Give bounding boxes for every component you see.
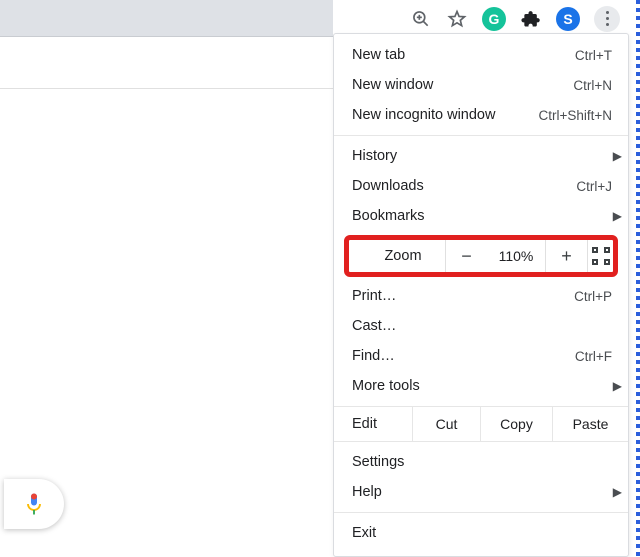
menu-item-zoom: Zoom − 110% +	[344, 235, 618, 277]
microphone-icon	[25, 492, 43, 516]
menu-item-settings[interactable]: Settings	[334, 447, 628, 477]
edit-label: Edit	[334, 407, 412, 441]
menu-label: More tools	[352, 378, 612, 394]
menu-label: New incognito window	[352, 107, 538, 123]
edit-copy-button[interactable]: Copy	[480, 407, 552, 441]
menu-shortcut: Ctrl+Shift+N	[538, 108, 612, 123]
annotation-border	[636, 0, 640, 557]
menu-item-edit: Edit Cut Copy Paste	[334, 406, 628, 442]
menu-label: New window	[352, 77, 573, 93]
menu-label: Print…	[352, 288, 574, 304]
menu-separator	[334, 135, 628, 136]
menu-label: Downloads	[352, 178, 576, 194]
browser-toolbar	[0, 37, 333, 89]
profile-avatar[interactable]: S	[556, 7, 580, 31]
menu-label: Settings	[352, 454, 612, 470]
extensions-icon[interactable]	[520, 8, 542, 30]
chevron-right-icon: ▶	[613, 477, 622, 507]
grammarly-extension-icon[interactable]: G	[482, 7, 506, 31]
zoom-in-button[interactable]: +	[545, 240, 587, 272]
menu-item-exit[interactable]: Exit	[334, 518, 628, 548]
fullscreen-button[interactable]	[587, 240, 613, 272]
menu-label: New tab	[352, 47, 575, 63]
voice-search-button[interactable]	[4, 479, 64, 529]
menu-item-more-tools[interactable]: More tools ▶	[334, 371, 628, 401]
menu-item-downloads[interactable]: Downloads Ctrl+J	[334, 171, 628, 201]
bookmark-star-icon[interactable]	[446, 8, 468, 30]
chevron-right-icon: ▶	[613, 201, 622, 231]
menu-item-print[interactable]: Print… Ctrl+P	[334, 281, 628, 311]
menu-shortcut: Ctrl+J	[576, 179, 612, 194]
zoom-value: 110%	[487, 240, 545, 272]
menu-shortcut: Ctrl+P	[574, 289, 612, 304]
chrome-menu: New tab Ctrl+T New window Ctrl+N New inc…	[333, 33, 629, 557]
toolbar-right-icons: G S	[406, 0, 626, 37]
edit-paste-button[interactable]: Paste	[552, 407, 628, 441]
menu-item-history[interactable]: History ▶	[334, 141, 628, 171]
chevron-right-icon: ▶	[613, 371, 622, 401]
menu-label: Cast…	[352, 318, 612, 334]
menu-item-cast[interactable]: Cast…	[334, 311, 628, 341]
menu-item-new-window[interactable]: New window Ctrl+N	[334, 70, 628, 100]
menu-item-find[interactable]: Find… Ctrl+F	[334, 341, 628, 371]
menu-separator	[334, 512, 628, 513]
edit-cut-button[interactable]: Cut	[412, 407, 480, 441]
menu-shortcut: Ctrl+N	[573, 78, 612, 93]
chrome-menu-button[interactable]	[594, 6, 620, 32]
menu-label: Find…	[352, 348, 575, 364]
chevron-right-icon: ▶	[613, 141, 622, 171]
menu-label: History	[352, 148, 612, 164]
menu-shortcut: Ctrl+T	[575, 48, 612, 63]
zoom-label: Zoom	[349, 240, 445, 272]
zoom-in-icon[interactable]	[410, 8, 432, 30]
menu-label: Bookmarks	[352, 208, 612, 224]
browser-tab-strip	[0, 0, 333, 37]
menu-label: Exit	[352, 525, 612, 541]
menu-item-new-tab[interactable]: New tab Ctrl+T	[334, 40, 628, 70]
menu-shortcut: Ctrl+F	[575, 349, 612, 364]
menu-item-help[interactable]: Help ▶	[334, 477, 628, 507]
fullscreen-icon	[592, 247, 610, 265]
menu-item-bookmarks[interactable]: Bookmarks ▶	[334, 201, 628, 231]
menu-label: Help	[352, 484, 612, 500]
zoom-out-button[interactable]: −	[445, 240, 487, 272]
menu-item-new-incognito[interactable]: New incognito window Ctrl+Shift+N	[334, 100, 628, 130]
